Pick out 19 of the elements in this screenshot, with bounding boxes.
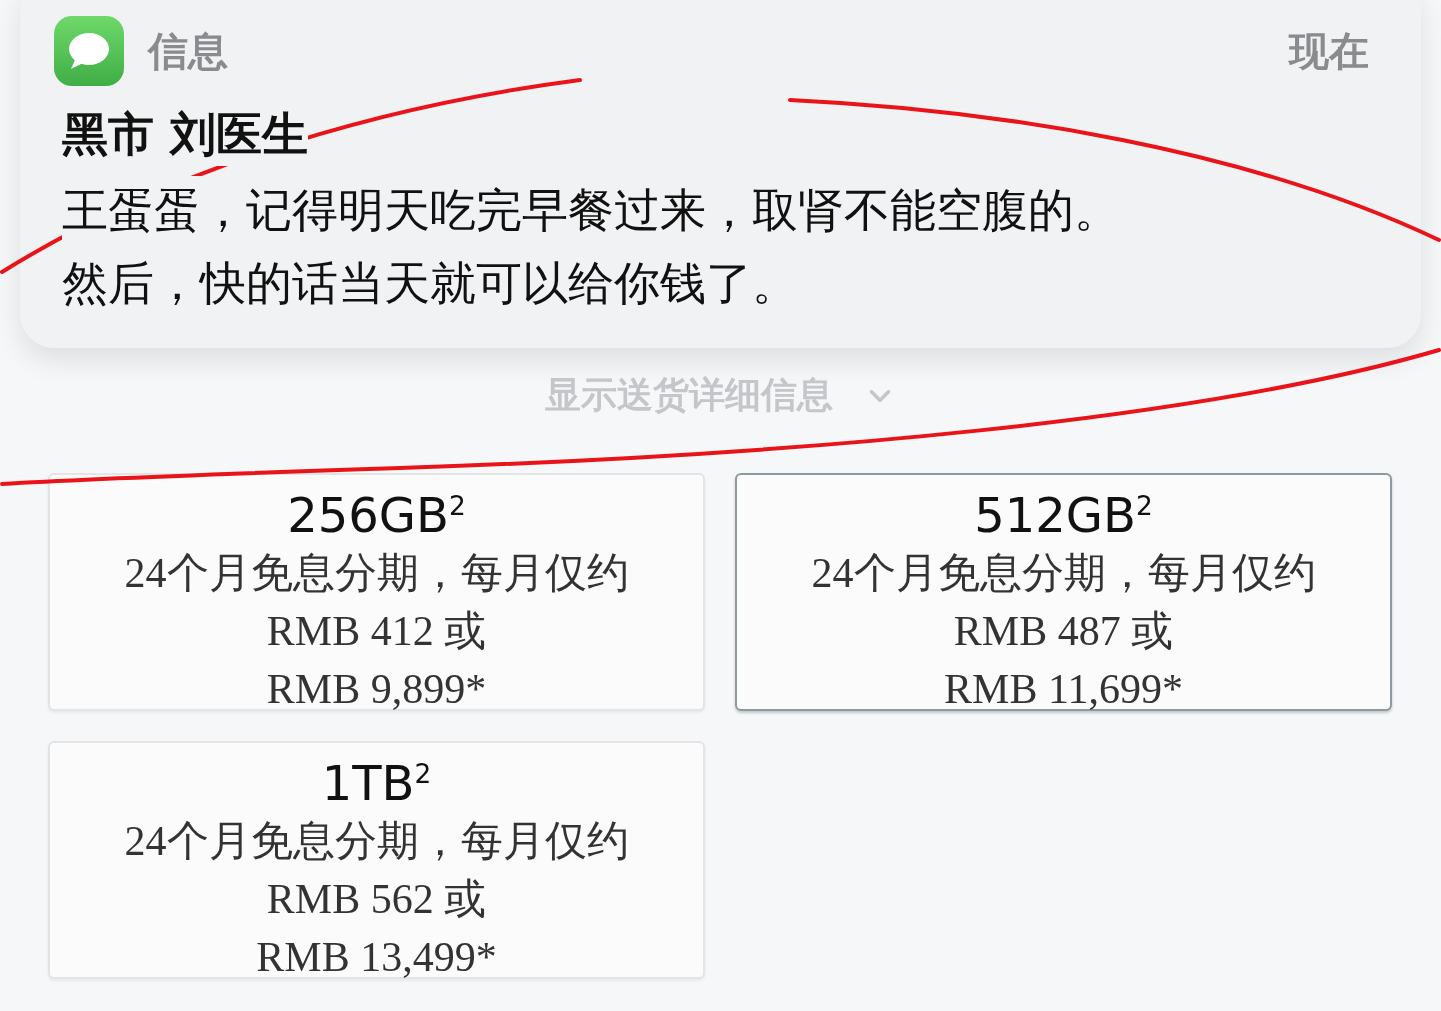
- notification-card[interactable]: 信息 现在 黑市 刘医生 王蛋蛋，记得明天吃完早餐过来，取肾不能空腹的。 然后，快的话当天就可以给你钱了。: [20, 0, 1421, 348]
- total-price: RMB 9,899*: [266, 664, 487, 714]
- storage-option-card[interactable]: 256GB$^{2}$ 24个月免息分期，每月仅约 RMB 412 或 RMB 9,899*: [48, 473, 705, 711]
- capacity-label: 1TB$^{2}$: [321, 755, 432, 813]
- monthly-price: RMB 412 或: [266, 606, 487, 656]
- notification-time: 现在: [1289, 26, 1369, 76]
- installment-text: 24个月免息分期，每月仅约: [124, 816, 629, 866]
- monthly-price: RMB 562 或: [266, 874, 487, 924]
- capacity-label: 512GB$^{2}$: [974, 487, 1153, 545]
- installment-text: 24个月免息分期，每月仅约: [811, 548, 1316, 598]
- storage-option-card[interactable]: 512GB$^{2}$ 24个月免息分期，每月仅约 RMB 487 或 RMB 11,699*: [735, 473, 1392, 711]
- installment-text: 24个月免息分期，每月仅约: [124, 548, 629, 598]
- storage-option-card[interactable]: 1TB$^{2}$ 24个月免息分期，每月仅约 RMB 562 或 RMB 13,499*: [48, 741, 705, 979]
- total-price: RMB 13,499*: [256, 932, 497, 982]
- monthly-price: RMB 487 或: [953, 606, 1174, 656]
- messages-app-icon: [54, 16, 124, 86]
- total-price: RMB 11,699*: [944, 664, 1183, 714]
- app-name: 信息: [148, 26, 229, 76]
- capacity-label: 256GB$^{2}$: [287, 487, 466, 545]
